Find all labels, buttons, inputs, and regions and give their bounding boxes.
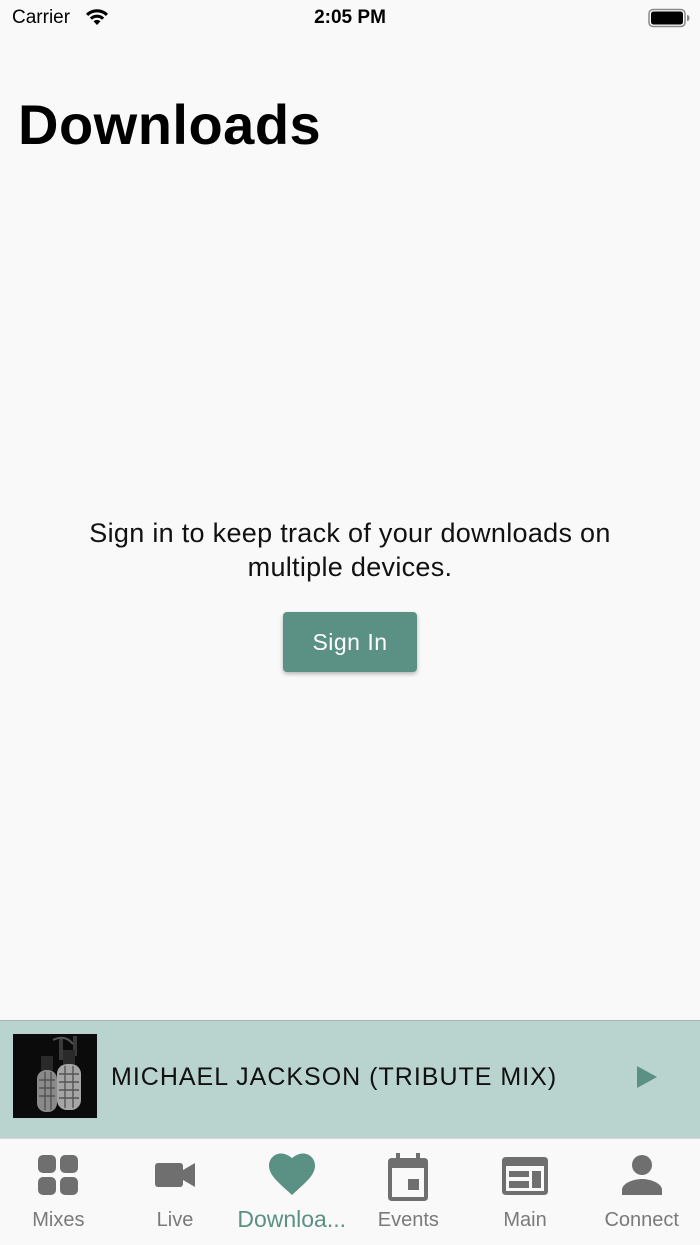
tab-events[interactable]: Events: [350, 1139, 467, 1245]
status-time: 2:05 PM: [314, 7, 386, 28]
sign-in-button[interactable]: Sign In: [283, 612, 417, 672]
tab-connect[interactable]: Connect: [583, 1139, 700, 1245]
calendar-icon: [386, 1153, 430, 1206]
play-icon[interactable]: [634, 1063, 660, 1096]
track-title: MICHAEL JACKSON (TRIBUTE MIX): [111, 1063, 558, 1091]
tab-label: Live: [156, 1209, 194, 1231]
page-title: Downloads: [18, 93, 322, 156]
grid-icon: [36, 1153, 80, 1202]
album-art: [13, 1034, 97, 1118]
battery-icon: [648, 8, 690, 33]
tab-label: Events: [377, 1209, 439, 1231]
web-layout-icon: [501, 1153, 549, 1202]
tab-main[interactable]: Main: [467, 1139, 584, 1245]
tab-mixes[interactable]: Mixes: [0, 1139, 117, 1245]
tab-label: Main: [503, 1209, 547, 1231]
tab-downloads[interactable]: Downloa...: [233, 1139, 350, 1245]
tab-live[interactable]: Live: [117, 1139, 234, 1245]
video-camera-icon: [153, 1153, 197, 1202]
tab-label: Connect: [604, 1209, 679, 1231]
heart-icon: [268, 1153, 316, 1202]
sign-in-message: Sign in to keep track of your downloads …: [89, 518, 611, 582]
tab-label: Mixes: [32, 1209, 85, 1231]
person-icon: [620, 1153, 664, 1202]
status-bar: Carrier 2:05 PM: [0, 0, 700, 38]
tab-label: Downloa...: [237, 1206, 347, 1232]
tab-bar: Mixes Live Downloa... Events Main Connec…: [0, 1138, 700, 1245]
mini-player[interactable]: MICHAEL JACKSON (TRIBUTE MIX): [0, 1020, 700, 1138]
